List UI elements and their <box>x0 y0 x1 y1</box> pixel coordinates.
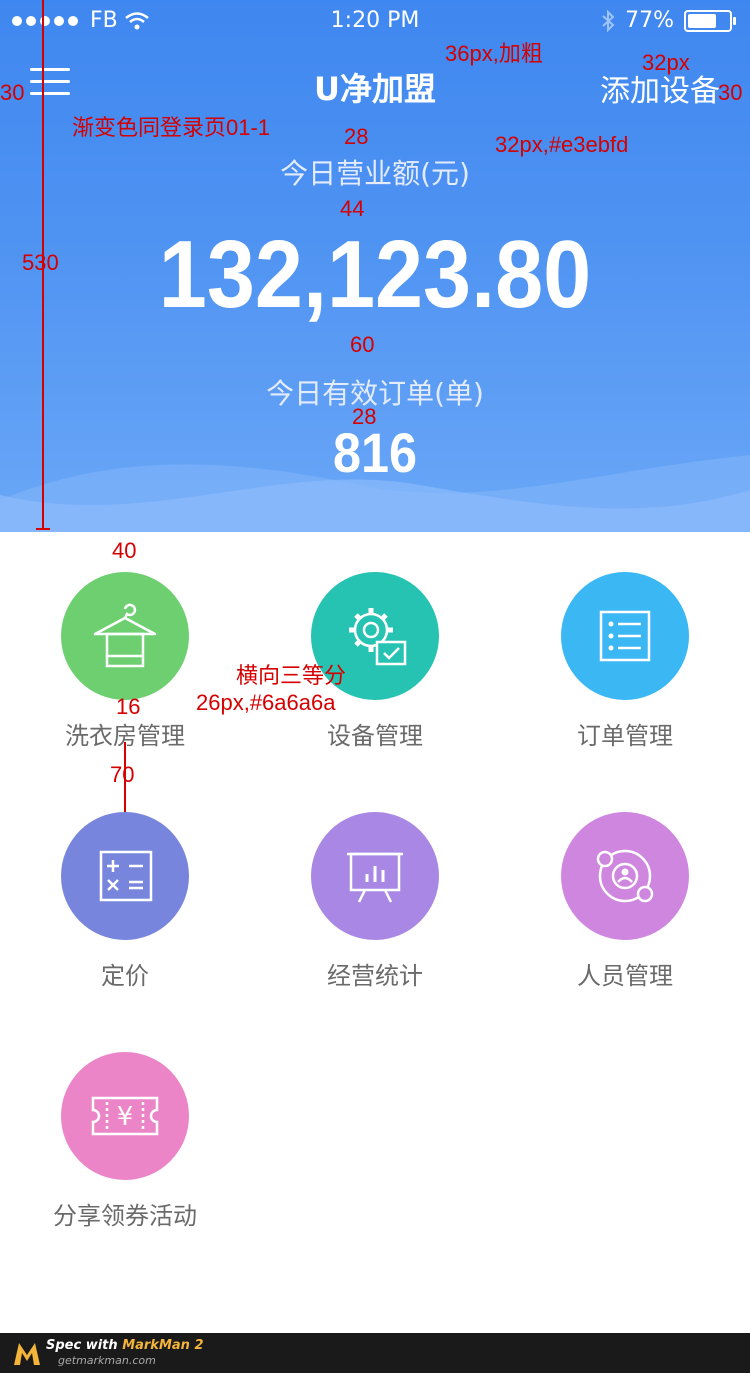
battery-percent: 77% <box>625 8 674 33</box>
menu-icon-circle[interactable] <box>311 812 439 940</box>
menu-item-laundry[interactable]: 洗衣房管理 <box>0 572 250 751</box>
menu-item-label: 设备管理 <box>327 722 423 750</box>
order-list-icon <box>599 610 651 662</box>
status-bar: FB 1:20 PM 77% <box>0 0 750 40</box>
menu-item-label: 分享领券活动 <box>53 1202 197 1230</box>
annotation-title-spec: 36px,加粗 <box>445 41 543 66</box>
annotation-70: 70 <box>110 762 135 787</box>
coupon-icon: ¥ <box>91 1096 159 1136</box>
menu-item-label: 订单管理 <box>577 722 673 750</box>
svg-text:¥: ¥ <box>117 1102 134 1132</box>
annotation-32px: 32px <box>642 50 690 75</box>
annotation-thirds: 横向三等分 <box>236 663 347 688</box>
annotation-40: 40 <box>112 538 137 563</box>
annotation-28-top: 28 <box>344 124 369 149</box>
menu-item-orders[interactable]: 订单管理 <box>500 572 750 751</box>
menu-icon-circle[interactable] <box>61 812 189 940</box>
annotation-label-size: 26px,#6a6a6a <box>196 690 336 715</box>
annotation-530: 530 <box>22 250 59 275</box>
calculator-icon <box>99 850 153 902</box>
annotation-44: 44 <box>340 196 365 221</box>
hanger-icon <box>93 603 157 668</box>
annotation-530-cap <box>36 528 50 530</box>
menu-item-label: 人员管理 <box>577 962 673 990</box>
people-icon <box>596 849 654 903</box>
annotation-gradient: 渐变色同登录页01-1 <box>72 115 271 140</box>
markman-logo-icon <box>14 1343 40 1365</box>
menu-item-label: 定价 <box>101 962 149 990</box>
battery-icon <box>684 9 736 32</box>
menu-item-statistics[interactable]: 经营统计 <box>250 812 500 991</box>
footer-spec-text: Spec with MarkMan 2 <box>46 1338 204 1353</box>
menu-icon-circle[interactable] <box>61 572 189 700</box>
annotation-28-bottom: 28 <box>352 404 377 429</box>
menu-item-pricing[interactable]: 定价 <box>0 812 250 991</box>
header-hero: FB 1:20 PM 77% U净加盟 添加设备 今日营业额(元) 132,12… <box>0 0 750 532</box>
stats-board-icon <box>347 852 403 903</box>
annotation-30-left: 30 <box>0 80 25 105</box>
annotation-60: 60 <box>350 332 375 357</box>
annotation-label-spec: 32px,#e3ebfd <box>495 132 629 157</box>
menu-item-staff[interactable]: 人员管理 <box>500 812 750 991</box>
menu-icon-circle[interactable] <box>561 572 689 700</box>
menu-item-label: 经营统计 <box>327 962 423 990</box>
menu-item-coupons[interactable]: ¥ 分享领券活动 <box>0 1052 250 1231</box>
footer-url: getmarkman.com <box>58 1354 156 1367</box>
menu-icon-circle[interactable] <box>561 812 689 940</box>
menu-icon-circle[interactable]: ¥ <box>61 1052 189 1180</box>
markman-footer: Spec with MarkMan 2 getmarkman.com <box>0 1333 750 1373</box>
annotation-30-right: 30 <box>718 80 743 105</box>
annotation-70-line <box>124 742 126 812</box>
bluetooth-icon <box>602 9 615 32</box>
revenue-value: 132,123.80 <box>158 221 592 328</box>
revenue-label: 今日营业额(元) <box>280 157 470 190</box>
annotation-16: 16 <box>116 694 141 719</box>
